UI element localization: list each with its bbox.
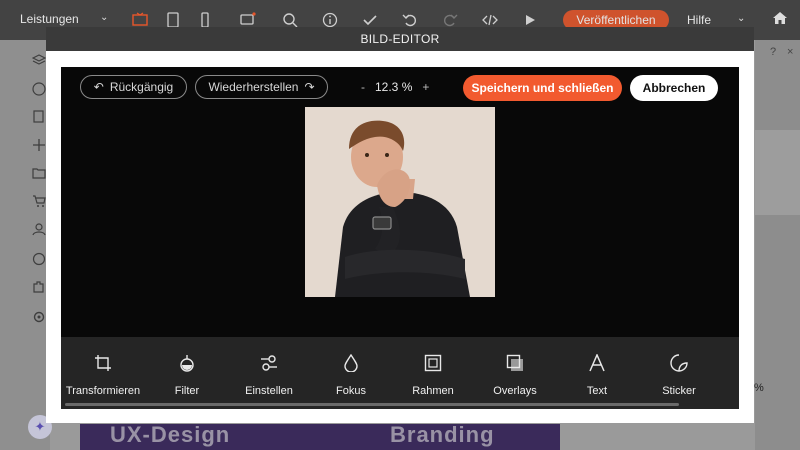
undo-label: Rückgängig	[109, 80, 174, 94]
zoom-in-button[interactable]: +	[422, 80, 429, 94]
redo-button[interactable]: Wiederherstellen ↷	[195, 75, 328, 99]
help-menu[interactable]: Hilfe	[687, 13, 711, 27]
tool-label: Sticker	[662, 385, 696, 397]
content-heading-right: Branding	[390, 422, 495, 447]
tool-focus[interactable]: Fokus	[321, 337, 381, 401]
tool-overlays[interactable]: Overlays	[485, 337, 545, 401]
page-dropdown[interactable]: Leistungen ⌄	[20, 12, 108, 26]
cancel-button[interactable]: Abbrechen	[630, 75, 718, 101]
tool-label: Einstellen	[245, 385, 293, 397]
tool-label: Overlays	[493, 385, 537, 397]
editor-toolbar: Transformieren Filter Einstellen Fokus R…	[61, 337, 739, 409]
zoom-out-button[interactable]: -	[361, 80, 365, 94]
tool-filter[interactable]: Filter	[157, 337, 217, 401]
crop-icon	[93, 353, 113, 373]
chevron-down-icon: ⌄	[100, 12, 109, 23]
editor-canvas: ↶ Rückgängig Wiederherstellen ↷ - 12.3 %…	[61, 67, 739, 409]
overlay-icon	[505, 353, 525, 373]
frame-icon	[423, 353, 443, 373]
undo-button[interactable]: ↶ Rückgängig	[80, 75, 187, 99]
redo-icon: ↷	[304, 80, 315, 94]
close-icon[interactable]: ×	[787, 46, 793, 58]
adjust-icon	[259, 353, 279, 373]
tool-transform[interactable]: Transformieren	[66, 337, 140, 401]
tool-label: Text	[586, 385, 608, 397]
filter-icon	[177, 353, 197, 373]
zoom-value: 12.3 %	[375, 80, 413, 94]
tool-label: Rahmen	[412, 385, 454, 397]
tool-label: Transformieren	[65, 385, 141, 397]
tool-frame[interactable]: Rahmen	[403, 337, 463, 401]
sticker-icon	[669, 353, 689, 373]
help-icon[interactable]: ?	[770, 46, 776, 58]
redo-label: Wiederherstellen	[208, 80, 299, 94]
right-panel-card	[755, 130, 800, 215]
left-sidebar	[0, 40, 50, 450]
toolbar-scrollbar[interactable]	[65, 403, 679, 406]
modal-title: BILD-EDITOR	[46, 27, 754, 51]
edited-photo	[305, 107, 495, 297]
tool-label: Fokus	[336, 385, 366, 397]
percent-unit: %	[754, 382, 764, 394]
image-editor-modal: BILD-EDITOR ↶ Rückgängig Wiederherstelle…	[46, 27, 754, 423]
page-content-strip: UX-Design Branding	[80, 422, 560, 450]
chevron-down-icon: ⌄	[737, 13, 746, 24]
save-and-close-button[interactable]: Speichern und schließen	[463, 75, 622, 101]
page-dropdown-label: Leistungen	[20, 12, 79, 26]
content-heading-left: UX-Design	[110, 422, 231, 447]
tool-adjust[interactable]: Einstellen	[239, 337, 299, 401]
tool-label: Filter	[174, 385, 200, 397]
tool-text[interactable]: Text	[567, 337, 627, 401]
tool-sticker[interactable]: Sticker	[649, 337, 709, 401]
undo-icon: ↶	[93, 80, 104, 94]
text-icon	[587, 353, 607, 373]
home-icon[interactable]	[772, 10, 790, 28]
zoom-control: - 12.3 % +	[361, 80, 429, 94]
focus-drop-icon	[341, 353, 361, 373]
